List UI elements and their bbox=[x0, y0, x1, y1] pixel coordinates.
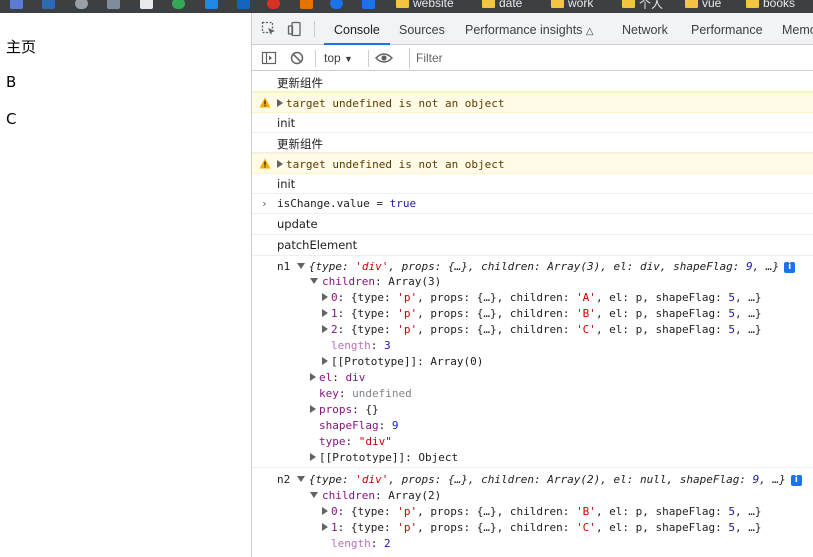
bookmark-icon-12[interactable] bbox=[362, 0, 375, 10]
devtools-tabbar: Console Sources Performance insights △ N… bbox=[252, 13, 813, 45]
bookmark-icon-8[interactable] bbox=[237, 0, 250, 10]
folder-icon bbox=[396, 0, 409, 8]
expand-arrow-icon[interactable] bbox=[322, 507, 328, 515]
collapse-arrow-icon[interactable] bbox=[296, 263, 305, 269]
bookmark-date[interactable]: date bbox=[482, 0, 522, 10]
expand-arrow-icon[interactable] bbox=[310, 405, 316, 413]
tree-key: key: undefined bbox=[319, 387, 412, 400]
expand-arrow-icon[interactable] bbox=[322, 357, 328, 365]
console-message: update bbox=[252, 214, 813, 235]
tree-el[interactable]: el: div bbox=[310, 371, 365, 384]
item-c-text: C bbox=[6, 110, 17, 128]
folder-icon bbox=[482, 0, 495, 8]
expand-arrow-icon[interactable] bbox=[277, 99, 283, 107]
inspect-icon[interactable] bbox=[261, 21, 277, 37]
expand-arrow-icon[interactable] bbox=[310, 373, 316, 381]
bookmark-icon-6[interactable] bbox=[172, 0, 185, 10]
tree-shapeflag: shapeFlag: 9 bbox=[319, 419, 399, 432]
expand-arrow-icon[interactable] bbox=[322, 325, 328, 333]
console-message: init bbox=[252, 174, 813, 194]
tree-item[interactable]: 1: {type: 'p', props: {…}, children: 'C'… bbox=[322, 521, 762, 534]
tab-console[interactable]: Console bbox=[324, 13, 390, 45]
console-message: patchElement bbox=[252, 235, 813, 256]
bookmark-icon-5[interactable] bbox=[140, 0, 153, 10]
tree-item[interactable]: 0: {type: 'p', props: {…}, children: 'B'… bbox=[322, 505, 762, 518]
bookmark-icon-7[interactable] bbox=[205, 0, 218, 10]
bookmark-icon-10[interactable] bbox=[300, 0, 313, 10]
bookmark-icon-3[interactable] bbox=[75, 0, 88, 10]
tree-item[interactable]: 2: {type: 'p', props: {…}, children: 'C'… bbox=[322, 323, 762, 336]
devtools-panel: Console Sources Performance insights △ N… bbox=[251, 13, 813, 557]
console-warning[interactable]: target undefined is not an object bbox=[252, 153, 813, 174]
eye-icon[interactable] bbox=[375, 50, 393, 66]
console-warning[interactable]: target undefined is not an object bbox=[252, 92, 813, 113]
page-content: 主页 B C bbox=[0, 13, 251, 557]
bookmarks-bar: website date work 个人 vue books bbox=[0, 0, 813, 13]
console-object-n2: n2 {type: 'div', props: {…}, children: A… bbox=[252, 469, 813, 557]
collapse-arrow-icon[interactable] bbox=[310, 278, 318, 284]
bookmark-personal[interactable]: 个人 bbox=[622, 0, 663, 11]
warning-icon bbox=[259, 158, 271, 169]
tree-item[interactable]: 1: {type: 'p', props: {…}, children: 'B'… bbox=[322, 307, 762, 320]
bookmark-icon-1[interactable] bbox=[10, 0, 23, 10]
context-selector[interactable]: top ▼ bbox=[324, 49, 353, 68]
tab-network[interactable]: Network bbox=[622, 13, 668, 45]
bookmark-books[interactable]: books bbox=[746, 0, 795, 10]
info-icon[interactable]: i bbox=[784, 262, 796, 273]
toolbar-separator bbox=[315, 50, 316, 67]
folder-icon bbox=[622, 0, 635, 8]
tab-performance[interactable]: Performance bbox=[691, 13, 763, 45]
folder-icon bbox=[551, 0, 564, 8]
bookmark-work[interactable]: work bbox=[551, 0, 593, 10]
dropdown-arrow-icon: ▼ bbox=[344, 54, 353, 64]
home-text: 主页 bbox=[6, 38, 37, 56]
filter-input[interactable]: Filter bbox=[409, 48, 813, 69]
expand-arrow-icon[interactable] bbox=[277, 160, 283, 168]
flask-icon: △ bbox=[585, 26, 594, 37]
tree-length: length: 3 bbox=[331, 339, 391, 352]
tab-sources[interactable]: Sources bbox=[399, 13, 445, 45]
console-message: 更新组件 bbox=[252, 72, 813, 92]
expand-arrow-icon[interactable] bbox=[310, 453, 316, 461]
tab-performance-insights[interactable]: Performance insights △ bbox=[465, 13, 594, 45]
collapse-arrow-icon[interactable] bbox=[310, 492, 318, 498]
tree-type: type: "div" bbox=[319, 435, 392, 448]
prompt-chevron-icon: › bbox=[261, 197, 268, 210]
tree-item[interactable]: 0: {type: 'p', props: {…}, children: 'A'… bbox=[322, 291, 762, 304]
tree-children[interactable]: children: Array(2) bbox=[310, 489, 441, 502]
tree-children[interactable]: children: Array(3) bbox=[310, 275, 441, 288]
tab-separator bbox=[314, 21, 315, 37]
item-b-text: B bbox=[6, 73, 17, 91]
tree-prototype[interactable]: [[Prototype]]: Array(0) bbox=[322, 355, 483, 368]
console-output: 更新组件 target undefined is not an object i… bbox=[252, 72, 813, 557]
tree-props[interactable]: props: {} bbox=[310, 403, 379, 416]
console-message: 更新组件 bbox=[252, 133, 813, 153]
folder-icon bbox=[685, 0, 698, 8]
expand-arrow-icon[interactable] bbox=[322, 309, 328, 317]
clear-console-icon[interactable] bbox=[289, 50, 305, 66]
console-object-n1: n1 {type: 'div', props: {…}, children: A… bbox=[252, 256, 813, 468]
bookmark-vue[interactable]: vue bbox=[685, 0, 721, 10]
tree-length: length: 2 bbox=[331, 537, 391, 550]
console-message: init bbox=[252, 113, 813, 133]
info-icon[interactable]: i bbox=[790, 475, 802, 486]
bookmark-icon-11[interactable] bbox=[330, 0, 343, 10]
expand-arrow-icon[interactable] bbox=[322, 293, 328, 301]
warning-icon bbox=[259, 97, 271, 108]
bookmark-icon-9[interactable] bbox=[267, 0, 280, 10]
tab-memory[interactable]: Memo bbox=[782, 13, 813, 45]
console-input-echo: › isChange.value = true bbox=[252, 194, 813, 214]
expand-arrow-icon[interactable] bbox=[322, 523, 328, 531]
sidebar-toggle-icon[interactable] bbox=[261, 50, 277, 66]
collapse-arrow-icon[interactable] bbox=[296, 476, 305, 482]
bookmark-icon-4[interactable] bbox=[107, 0, 120, 10]
bookmark-icon-2[interactable] bbox=[42, 0, 55, 10]
console-toolbar: top ▼ Filter bbox=[252, 46, 813, 71]
toolbar-separator bbox=[368, 50, 369, 67]
tree-prototype[interactable]: [[Prototype]]: Object bbox=[310, 451, 458, 464]
folder-icon bbox=[746, 0, 759, 8]
bookmark-website[interactable]: website bbox=[396, 0, 454, 10]
device-toggle-icon[interactable] bbox=[287, 21, 303, 37]
